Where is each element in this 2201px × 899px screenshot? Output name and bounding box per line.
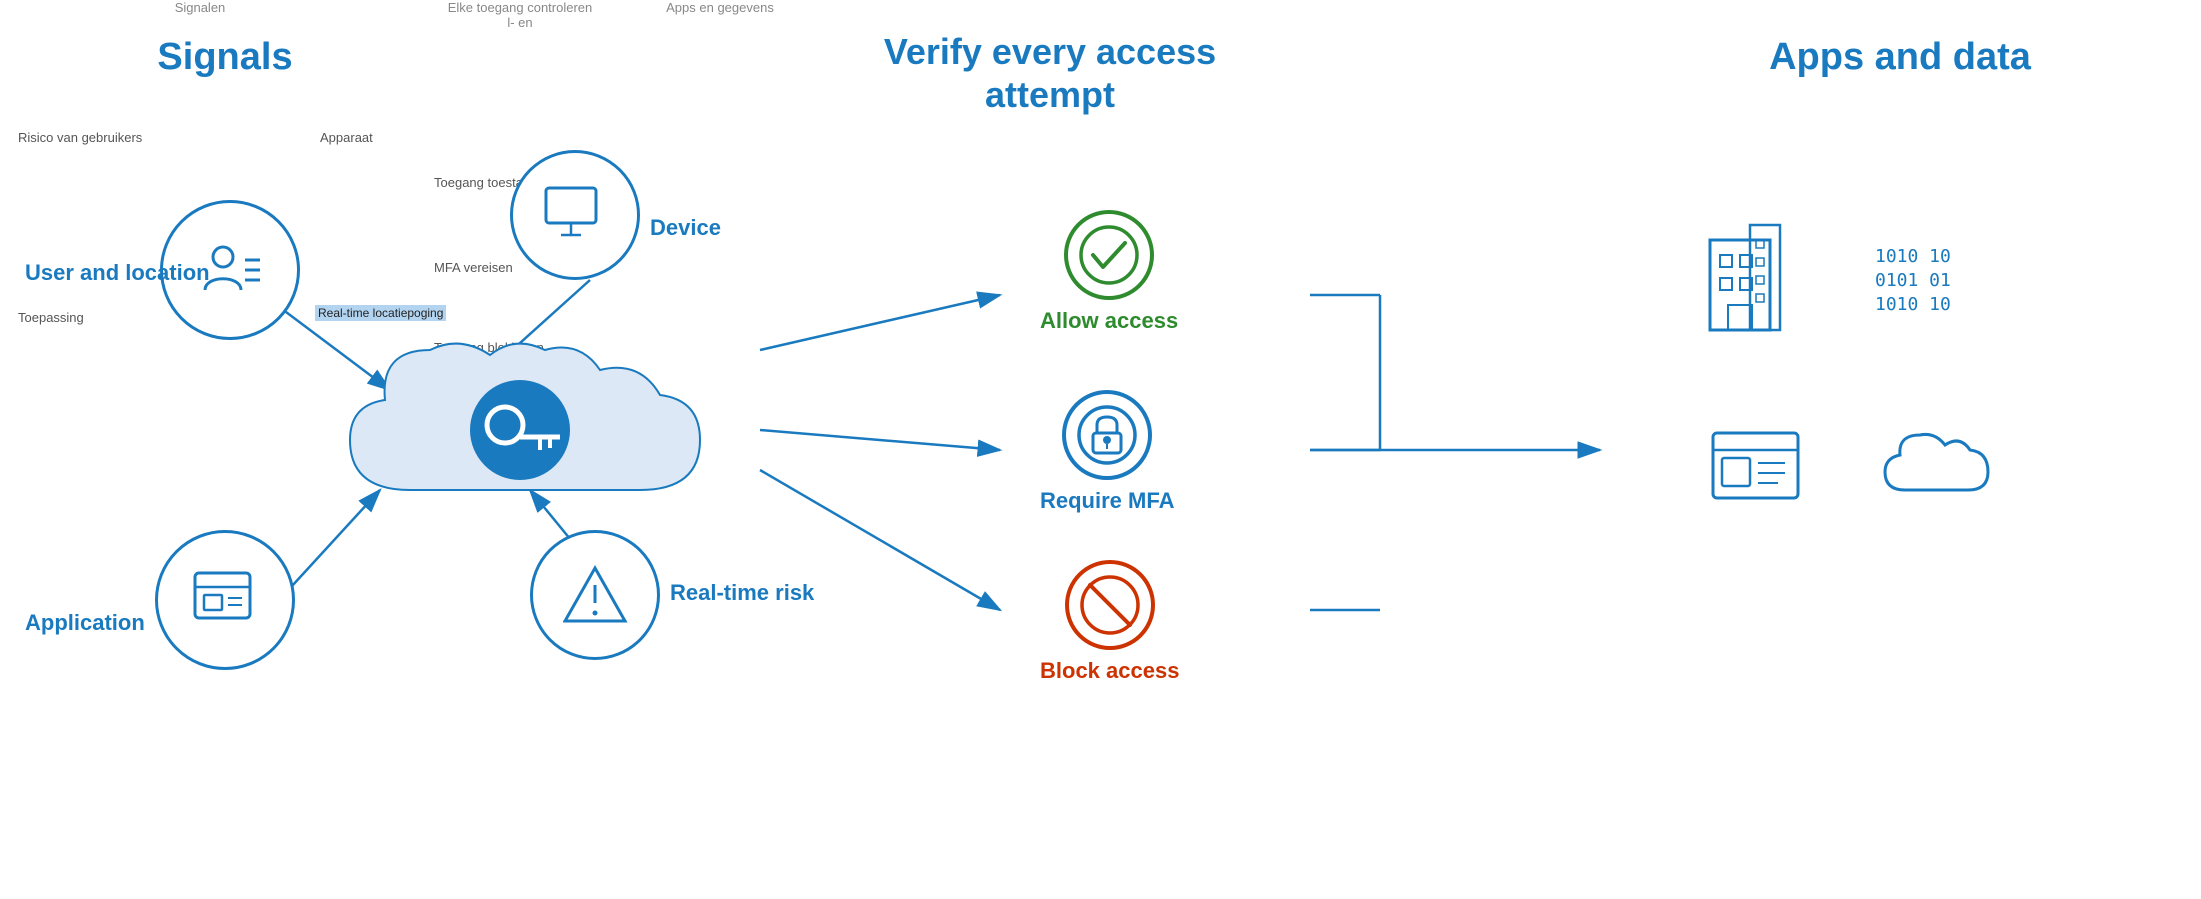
mfa-circle bbox=[1062, 390, 1152, 480]
svg-text:1010 10: 1010 10 bbox=[1875, 246, 1951, 267]
label-user-risk: Risico van gebruikers bbox=[18, 130, 142, 145]
mfa-label: Require MFA bbox=[1040, 488, 1174, 514]
block-circle bbox=[1065, 560, 1155, 650]
require-mfa-outcome: Require MFA bbox=[1040, 390, 1174, 514]
building-icon bbox=[1700, 220, 1800, 345]
realtime-highlight: Real-time locatiepoging bbox=[315, 305, 446, 321]
header-apps-nl: Apps en gegevens bbox=[620, 0, 820, 15]
svg-text:0101 01: 0101 01 bbox=[1875, 270, 1951, 291]
realtime-label: Real-time risk bbox=[670, 580, 814, 606]
cloud-icon bbox=[1880, 430, 1990, 515]
application-circle bbox=[155, 530, 295, 670]
cloud-wrap bbox=[330, 330, 770, 535]
label-device-nl: Apparaat bbox=[320, 130, 373, 145]
realtime-risk-circle bbox=[530, 530, 660, 660]
header-signals-nl: Signalen bbox=[100, 0, 300, 15]
svg-text:1010 10: 1010 10 bbox=[1875, 294, 1951, 315]
application-label: Application bbox=[25, 610, 145, 636]
apps-title: Apps and data bbox=[1660, 35, 2140, 81]
allow-access-outcome: Allow access bbox=[1040, 210, 1178, 334]
header-verify-nl: Elke toegang controleren l- en bbox=[380, 0, 660, 30]
block-label: Block access bbox=[1040, 658, 1179, 684]
allow-label: Allow access bbox=[1040, 308, 1178, 334]
signals-title: Signals bbox=[50, 35, 400, 81]
diagram-container: Signalen Elke toegang controleren l- en … bbox=[0, 0, 2201, 899]
device-circle bbox=[510, 150, 640, 280]
allow-circle bbox=[1064, 210, 1154, 300]
verify-title: Verify every access attempt bbox=[840, 30, 1260, 116]
block-access-outcome: Block access bbox=[1040, 560, 1179, 684]
binary-icon: 1010 10 0101 01 1010 10 bbox=[1870, 240, 1980, 335]
label-mfa-nl: MFA vereisen bbox=[434, 260, 513, 275]
label-application-nl: Toepassing bbox=[18, 310, 84, 325]
user-location-label: User and location bbox=[25, 260, 210, 286]
app-window-icon bbox=[1710, 430, 1805, 510]
device-label: Device bbox=[650, 215, 721, 241]
